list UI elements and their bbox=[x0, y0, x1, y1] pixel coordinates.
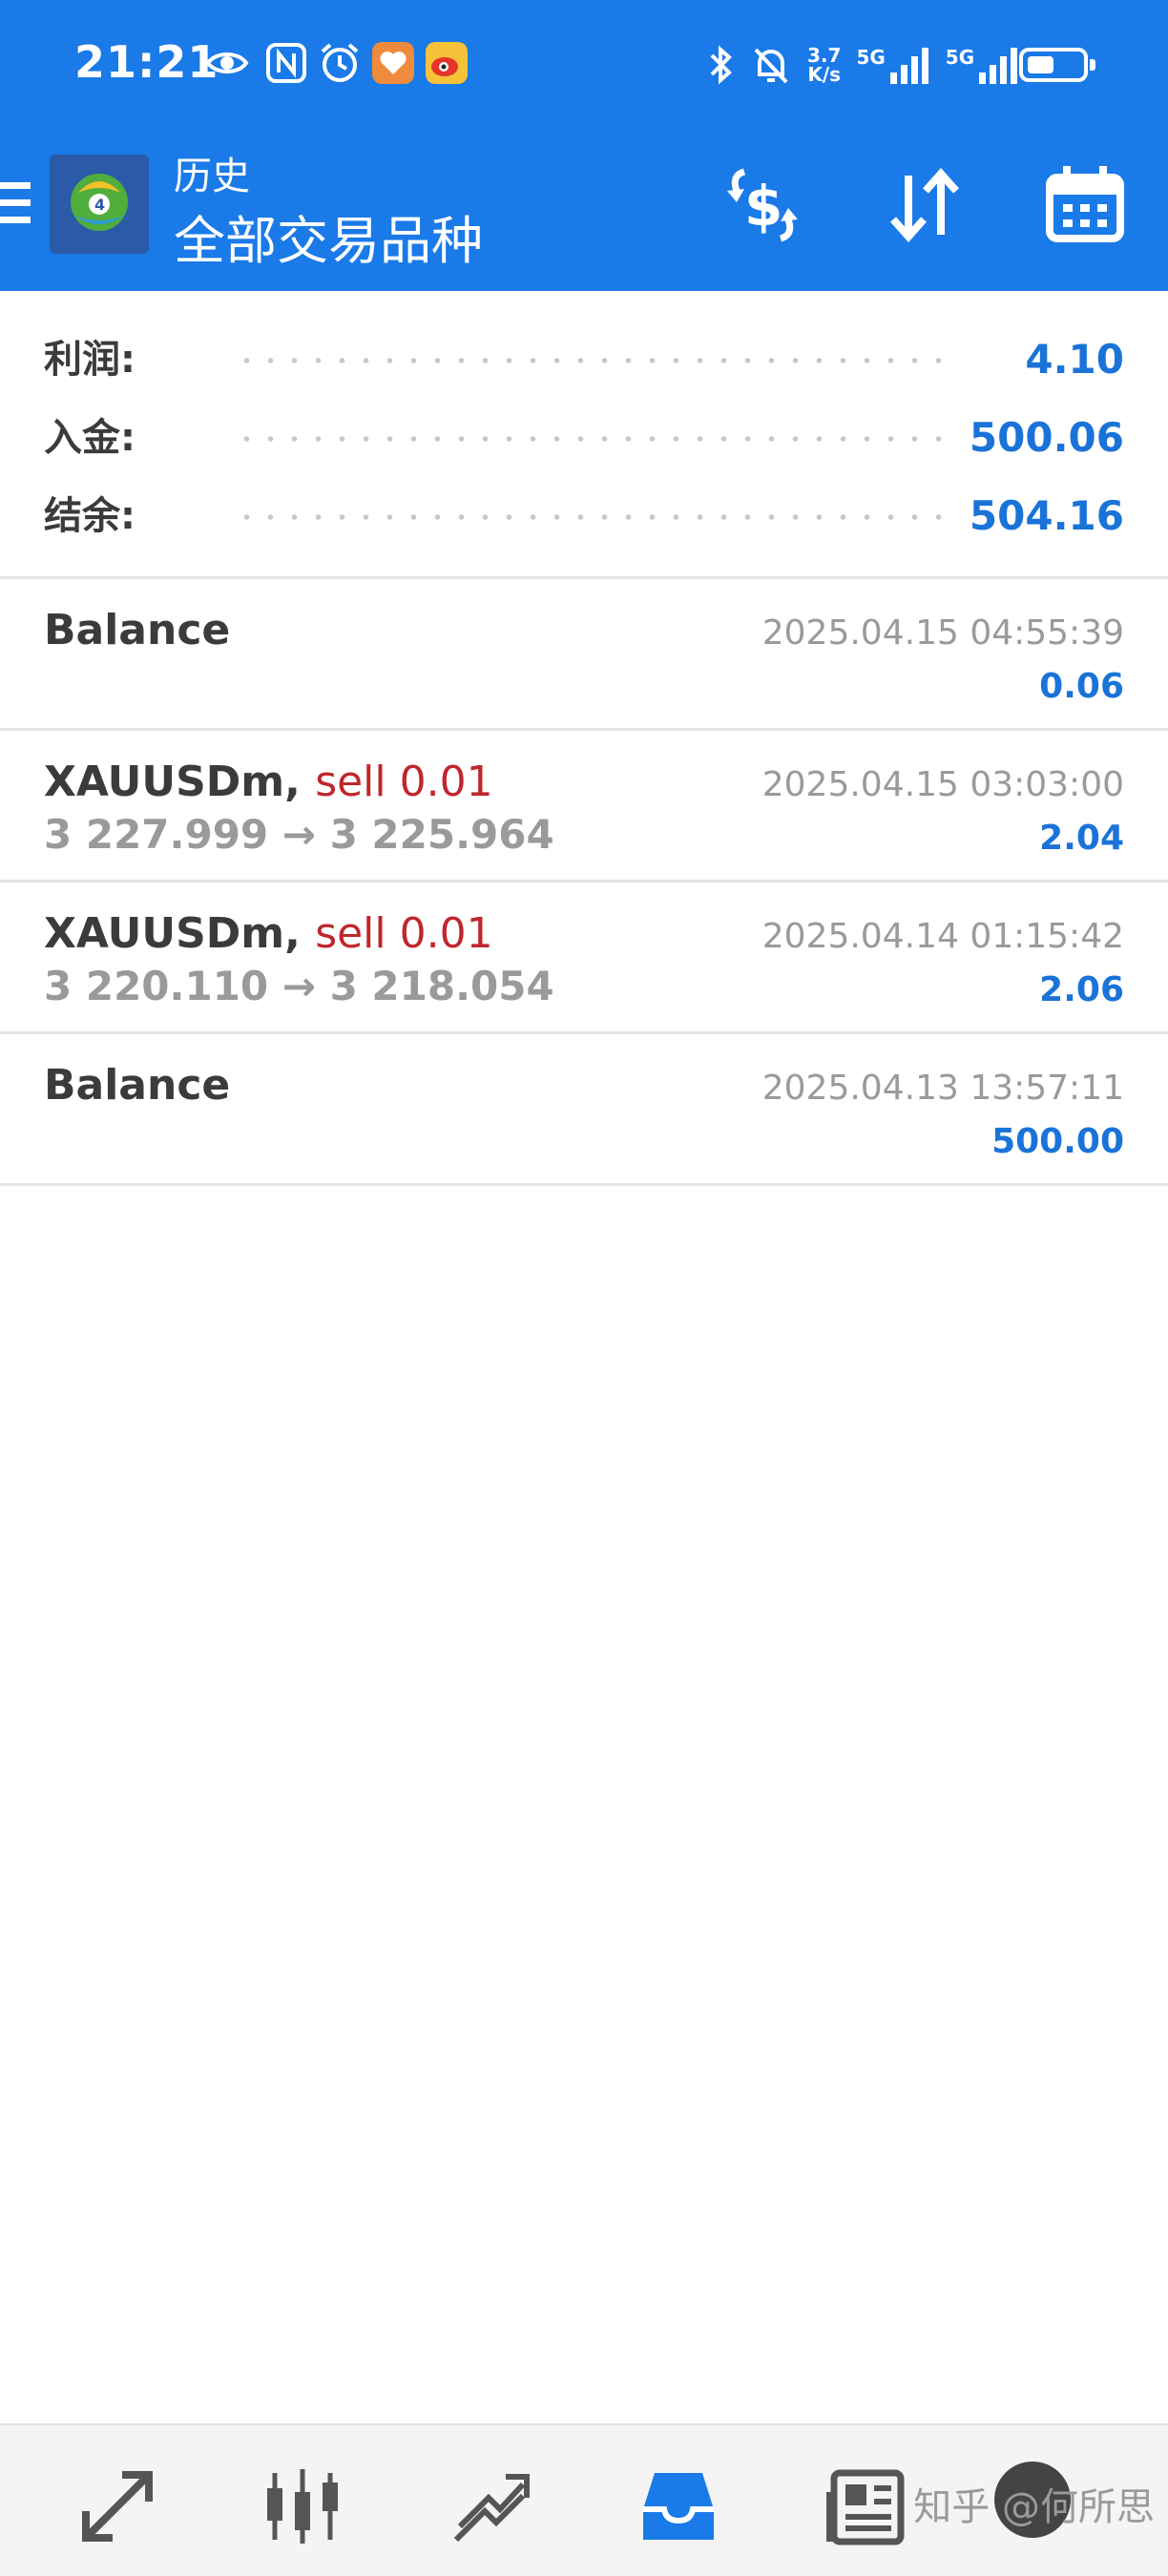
history-date: 2025.04.15 03:03:00 bbox=[761, 765, 1124, 804]
calendar-icon[interactable] bbox=[1042, 162, 1128, 248]
bluetooth-icon bbox=[710, 45, 732, 85]
history-row[interactable]: XAUUSDm, sell 0.01 3 227.999 → 3 225.964… bbox=[0, 731, 1168, 883]
history-title: Balance bbox=[44, 606, 230, 654]
battery-level bbox=[1028, 56, 1053, 73]
summary-label: 结余: bbox=[44, 494, 136, 538]
dollar-exchange-icon[interactable]: $ bbox=[720, 162, 805, 248]
weibo-icon bbox=[426, 42, 468, 84]
history-trade-type: sell 0.01 bbox=[315, 758, 493, 806]
signal-bars-icon bbox=[889, 48, 928, 84]
history-symbol: Balance bbox=[44, 1061, 231, 1110]
metatrader-logo: 4 bbox=[50, 155, 149, 254]
history-symbol: XAUUSDm, bbox=[44, 758, 301, 806]
history-row[interactable]: Balance 2025.04.15 04:55:39 0.06 bbox=[0, 579, 1168, 731]
hamburger-menu-icon[interactable] bbox=[0, 177, 34, 230]
summary-value: 504.16 bbox=[969, 492, 1124, 539]
alarm-icon bbox=[321, 43, 359, 82]
history-title: Balance bbox=[44, 1061, 230, 1110]
dotted-leader bbox=[235, 436, 952, 442]
signal-2-label: 5G bbox=[945, 46, 975, 69]
app-header: 21:21 3.7 K/s 5G 5G 4 历史 全部交易品种 $ bbox=[0, 0, 1168, 291]
dotted-leader bbox=[235, 358, 952, 364]
signal-bars-icon bbox=[979, 48, 1018, 84]
eye-icon bbox=[205, 52, 249, 73]
history-title: XAUUSDm, sell 0.01 bbox=[44, 758, 493, 806]
signal-2: 5G bbox=[946, 46, 1019, 84]
history-amount: 2.04 bbox=[1039, 819, 1124, 858]
bell-muted-icon bbox=[754, 48, 788, 84]
summary-row-profit: 利润: 4.10 bbox=[44, 331, 1124, 388]
trade-icon[interactable] bbox=[447, 2463, 532, 2549]
net-speed-value: 3.7 bbox=[807, 44, 842, 67]
dotted-leader bbox=[235, 514, 952, 520]
news-icon[interactable] bbox=[823, 2463, 908, 2549]
history-row[interactable]: XAUUSDm, sell 0.01 3 220.110 → 3 218.054… bbox=[0, 883, 1168, 1034]
summary-row-balance: 结余: 504.16 bbox=[44, 488, 1124, 545]
signal-1-label: 5G bbox=[856, 46, 886, 69]
history-prices: 3 220.110 → 3 218.054 bbox=[44, 963, 554, 1009]
nfc-icon bbox=[266, 43, 306, 83]
status-bar: 21:21 3.7 K/s 5G 5G bbox=[0, 0, 1168, 134]
sort-icon[interactable] bbox=[882, 162, 968, 248]
net-speed-unit: K/s bbox=[807, 63, 842, 86]
svg-text:4: 4 bbox=[94, 196, 105, 214]
chart-candles-icon[interactable] bbox=[260, 2463, 345, 2549]
history-row[interactable]: Balance 2025.04.13 13:57:11 500.00 bbox=[0, 1034, 1168, 1186]
app-notification-icon bbox=[372, 42, 414, 84]
summary-value: 4.10 bbox=[1025, 336, 1124, 383]
history-amount: 2.06 bbox=[1039, 970, 1124, 1009]
page-title[interactable]: 全部交易品种 bbox=[174, 198, 483, 274]
page-subtitle: 历史 bbox=[174, 155, 250, 198]
signal-1: 5G bbox=[856, 46, 929, 84]
summary-label: 入金: bbox=[44, 416, 136, 460]
history-date: 2025.04.13 13:57:11 bbox=[761, 1069, 1124, 1108]
history-date: 2025.04.14 01:15:42 bbox=[761, 917, 1124, 956]
history-symbol: XAUUSDm, bbox=[44, 909, 301, 958]
svg-text:$: $ bbox=[744, 174, 782, 239]
history-symbol: Balance bbox=[44, 606, 231, 654]
quotes-icon[interactable] bbox=[74, 2463, 160, 2549]
history-list: Balance 2025.04.15 04:55:39 0.06 XAUUSDm… bbox=[0, 579, 1168, 1186]
history-amount: 500.00 bbox=[991, 1122, 1124, 1161]
signal-area: 3.7 K/s 5G 5G bbox=[706, 36, 1019, 93]
history-prices: 3 227.999 → 3 225.964 bbox=[44, 811, 554, 858]
net-speed: 3.7 K/s bbox=[807, 46, 841, 84]
battery-nub bbox=[1090, 59, 1095, 71]
summary-panel: 利润: 4.10 入金: 500.06 结余: 504.16 bbox=[0, 291, 1168, 579]
summary-label: 利润: bbox=[44, 338, 136, 382]
watermark-text: 知乎 @何所思 bbox=[913, 2485, 1155, 2529]
summary-value: 500.06 bbox=[969, 414, 1124, 461]
battery-icon bbox=[1019, 48, 1095, 82]
status-time: 21:21 bbox=[74, 36, 219, 88]
history-inbox-icon[interactable] bbox=[636, 2463, 721, 2549]
history-amount: 0.06 bbox=[1039, 667, 1124, 706]
summary-row-deposit: 入金: 500.06 bbox=[44, 409, 1124, 467]
history-date: 2025.04.15 04:55:39 bbox=[761, 613, 1124, 653]
history-trade-type: sell 0.01 bbox=[315, 909, 493, 958]
history-title: XAUUSDm, sell 0.01 bbox=[44, 909, 493, 958]
